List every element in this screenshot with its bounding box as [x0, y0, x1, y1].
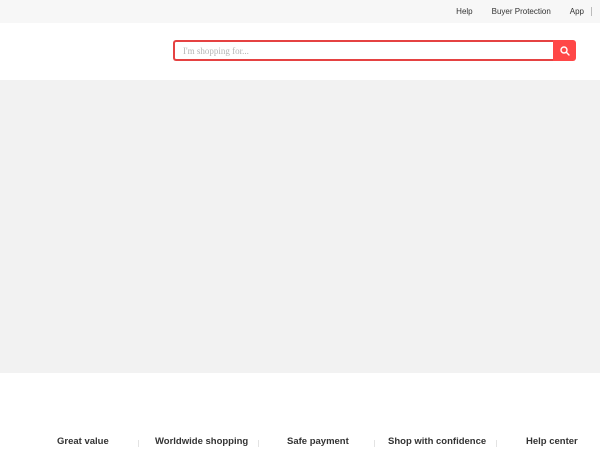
- search-bar: [173, 40, 576, 61]
- search-input[interactable]: [173, 40, 553, 61]
- feature-help-center[interactable]: Help center: [526, 436, 578, 447]
- feature-divider: [258, 440, 259, 447]
- help-link[interactable]: Help: [456, 7, 472, 16]
- search-button[interactable]: [553, 40, 576, 61]
- feature-safe-payment[interactable]: Safe payment: [287, 436, 349, 447]
- feature-divider: [496, 440, 497, 447]
- app-link[interactable]: App: [570, 7, 584, 16]
- feature-divider: [374, 440, 375, 447]
- hero-banner-placeholder: [0, 80, 600, 373]
- top-utility-bar: Help Buyer Protection App: [0, 0, 600, 23]
- site-header: [0, 23, 600, 80]
- feature-worldwide-shopping[interactable]: Worldwide shopping: [155, 436, 248, 447]
- features-strip: Great value Worldwide shopping Safe paym…: [0, 436, 600, 450]
- top-links: Help Buyer Protection App: [437, 0, 592, 23]
- feature-great-value[interactable]: Great value: [57, 436, 109, 447]
- buyer-protection-link[interactable]: Buyer Protection: [492, 7, 551, 16]
- topbar-divider: [591, 7, 592, 16]
- feature-shop-with-confidence[interactable]: Shop with confidence: [388, 436, 486, 447]
- search-icon: [559, 45, 570, 56]
- feature-divider: [138, 440, 139, 447]
